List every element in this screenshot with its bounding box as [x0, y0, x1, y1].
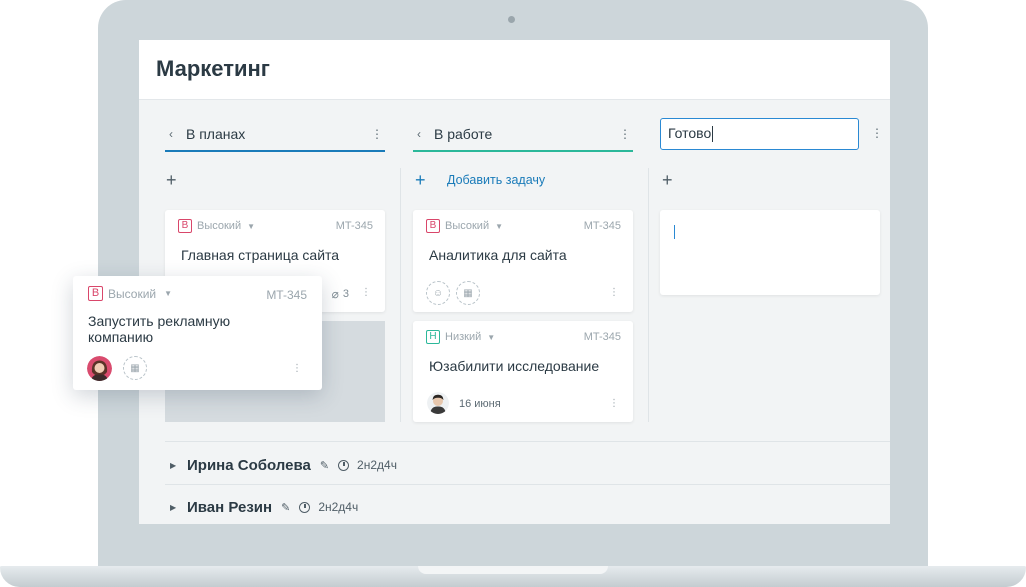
- group-name: Иван Резин: [187, 498, 273, 516]
- group-time: 2н2д4ч: [318, 500, 359, 514]
- priority-label: Высокий: [445, 220, 490, 232]
- laptop-notch: [418, 566, 608, 574]
- task-code: MT-345: [583, 331, 621, 343]
- group-row[interactable]: ▶ Ирина Соболева ✎ 2н2д4ч: [165, 444, 890, 486]
- avatar[interactable]: [87, 356, 112, 381]
- column-title-input[interactable]: Готово: [660, 118, 859, 150]
- column-header-in-progress[interactable]: ‹ В работе ⋮: [413, 118, 633, 152]
- priority-badge: Н: [426, 330, 440, 344]
- priority-selector[interactable]: В Высокий ▼: [426, 219, 503, 233]
- kebab-menu-icon[interactable]: ⋮: [619, 127, 631, 141]
- expand-triangle-icon[interactable]: ▶: [170, 503, 184, 512]
- caret-down-icon: ▼: [487, 332, 496, 342]
- avatar[interactable]: [427, 392, 449, 414]
- kebab-menu-icon[interactable]: ⋮: [371, 127, 383, 141]
- priority-selector[interactable]: В Высокий ▼: [88, 286, 172, 301]
- column-title: В работе: [434, 126, 493, 142]
- priority-selector[interactable]: В Высокий ▼: [178, 219, 255, 233]
- user-avatar-icon: [427, 392, 449, 414]
- caret-down-icon: ▼: [495, 221, 504, 231]
- priority-badge: В: [178, 219, 192, 233]
- caret-down-icon: ▼: [164, 289, 173, 298]
- task-title: Запустить рекламную компанию: [88, 313, 231, 345]
- chevron-left-icon[interactable]: ‹: [169, 127, 183, 141]
- task-title: Главная страница сайта: [181, 247, 340, 263]
- kebab-menu-icon[interactable]: ⋮: [609, 287, 619, 298]
- task-card[interactable]: Н Низкий ▼ MT-345 Юзабилити исследование…: [413, 321, 633, 422]
- pencil-icon[interactable]: ✎: [320, 459, 329, 472]
- calendar-icon[interactable]: ▦: [123, 356, 147, 380]
- task-title: Юзабилити исследование: [429, 358, 600, 374]
- priority-badge: В: [426, 219, 440, 233]
- caret-down-icon: ▼: [247, 221, 256, 231]
- task-card[interactable]: В Высокий ▼ MT-345 Аналитика для сайта ☺…: [413, 210, 633, 312]
- expand-triangle-icon[interactable]: ▶: [170, 461, 184, 470]
- task-code: MT-345: [335, 220, 373, 232]
- row-divider: [165, 484, 890, 485]
- attachments-number: 3: [342, 288, 349, 300]
- pencil-icon[interactable]: ✎: [281, 501, 290, 514]
- kebab-menu-icon[interactable]: ⋮: [871, 126, 883, 140]
- add-task-plus-icon[interactable]: +: [166, 170, 177, 191]
- page-title: Маркетинг: [156, 56, 270, 81]
- task-code: MT-345: [266, 288, 307, 302]
- text-caret: [712, 126, 714, 143]
- column-divider: [648, 168, 649, 422]
- column-title-input-value: Готово: [668, 125, 712, 141]
- task-title: Аналитика для сайта: [429, 247, 567, 263]
- column-title: В планах: [186, 126, 246, 142]
- clock-icon: [338, 459, 350, 471]
- new-task-card[interactable]: [660, 210, 880, 295]
- assign-user-icon[interactable]: ☺: [426, 281, 450, 305]
- text-caret: [674, 225, 675, 239]
- column-divider: [400, 168, 401, 422]
- kebab-menu-icon[interactable]: ⋮: [292, 363, 302, 374]
- column-header-planned[interactable]: ‹ В планах ⋮: [165, 118, 385, 152]
- calendar-icon[interactable]: ▦: [456, 281, 480, 305]
- due-date: 16 июня: [459, 398, 501, 410]
- camera-icon: [508, 16, 515, 23]
- group-name: Ирина Соболева: [187, 456, 311, 474]
- priority-label: Низкий: [445, 331, 482, 343]
- priority-label: Высокий: [197, 220, 242, 232]
- kebab-menu-icon[interactable]: ⋮: [361, 287, 371, 298]
- attachments-count: ⌀ 3: [332, 287, 349, 301]
- clock-icon: [299, 501, 311, 513]
- paperclip-icon: ⌀: [331, 287, 339, 301]
- priority-selector[interactable]: Н Низкий ▼: [426, 330, 495, 344]
- dragged-task-card[interactable]: В Высокий ▼ MT-345 Запустить рекламную к…: [73, 276, 322, 390]
- task-code: MT-345: [583, 220, 621, 232]
- kebab-menu-icon[interactable]: ⋮: [609, 398, 619, 409]
- user-avatar-icon: [87, 356, 112, 381]
- add-task-button[interactable]: Добавить задачу: [447, 173, 545, 187]
- priority-label: Высокий: [108, 286, 157, 301]
- row-divider: [165, 441, 890, 442]
- group-time: 2н2д4ч: [357, 458, 397, 472]
- group-row[interactable]: ▶ Иван Резин ✎ 2н2д4ч: [165, 486, 890, 524]
- priority-badge: В: [88, 286, 103, 301]
- add-task-plus-icon[interactable]: +: [415, 170, 426, 191]
- chevron-left-icon[interactable]: ‹: [417, 127, 431, 141]
- top-bar: Маркетинг: [139, 40, 890, 100]
- add-task-plus-icon[interactable]: +: [662, 170, 673, 191]
